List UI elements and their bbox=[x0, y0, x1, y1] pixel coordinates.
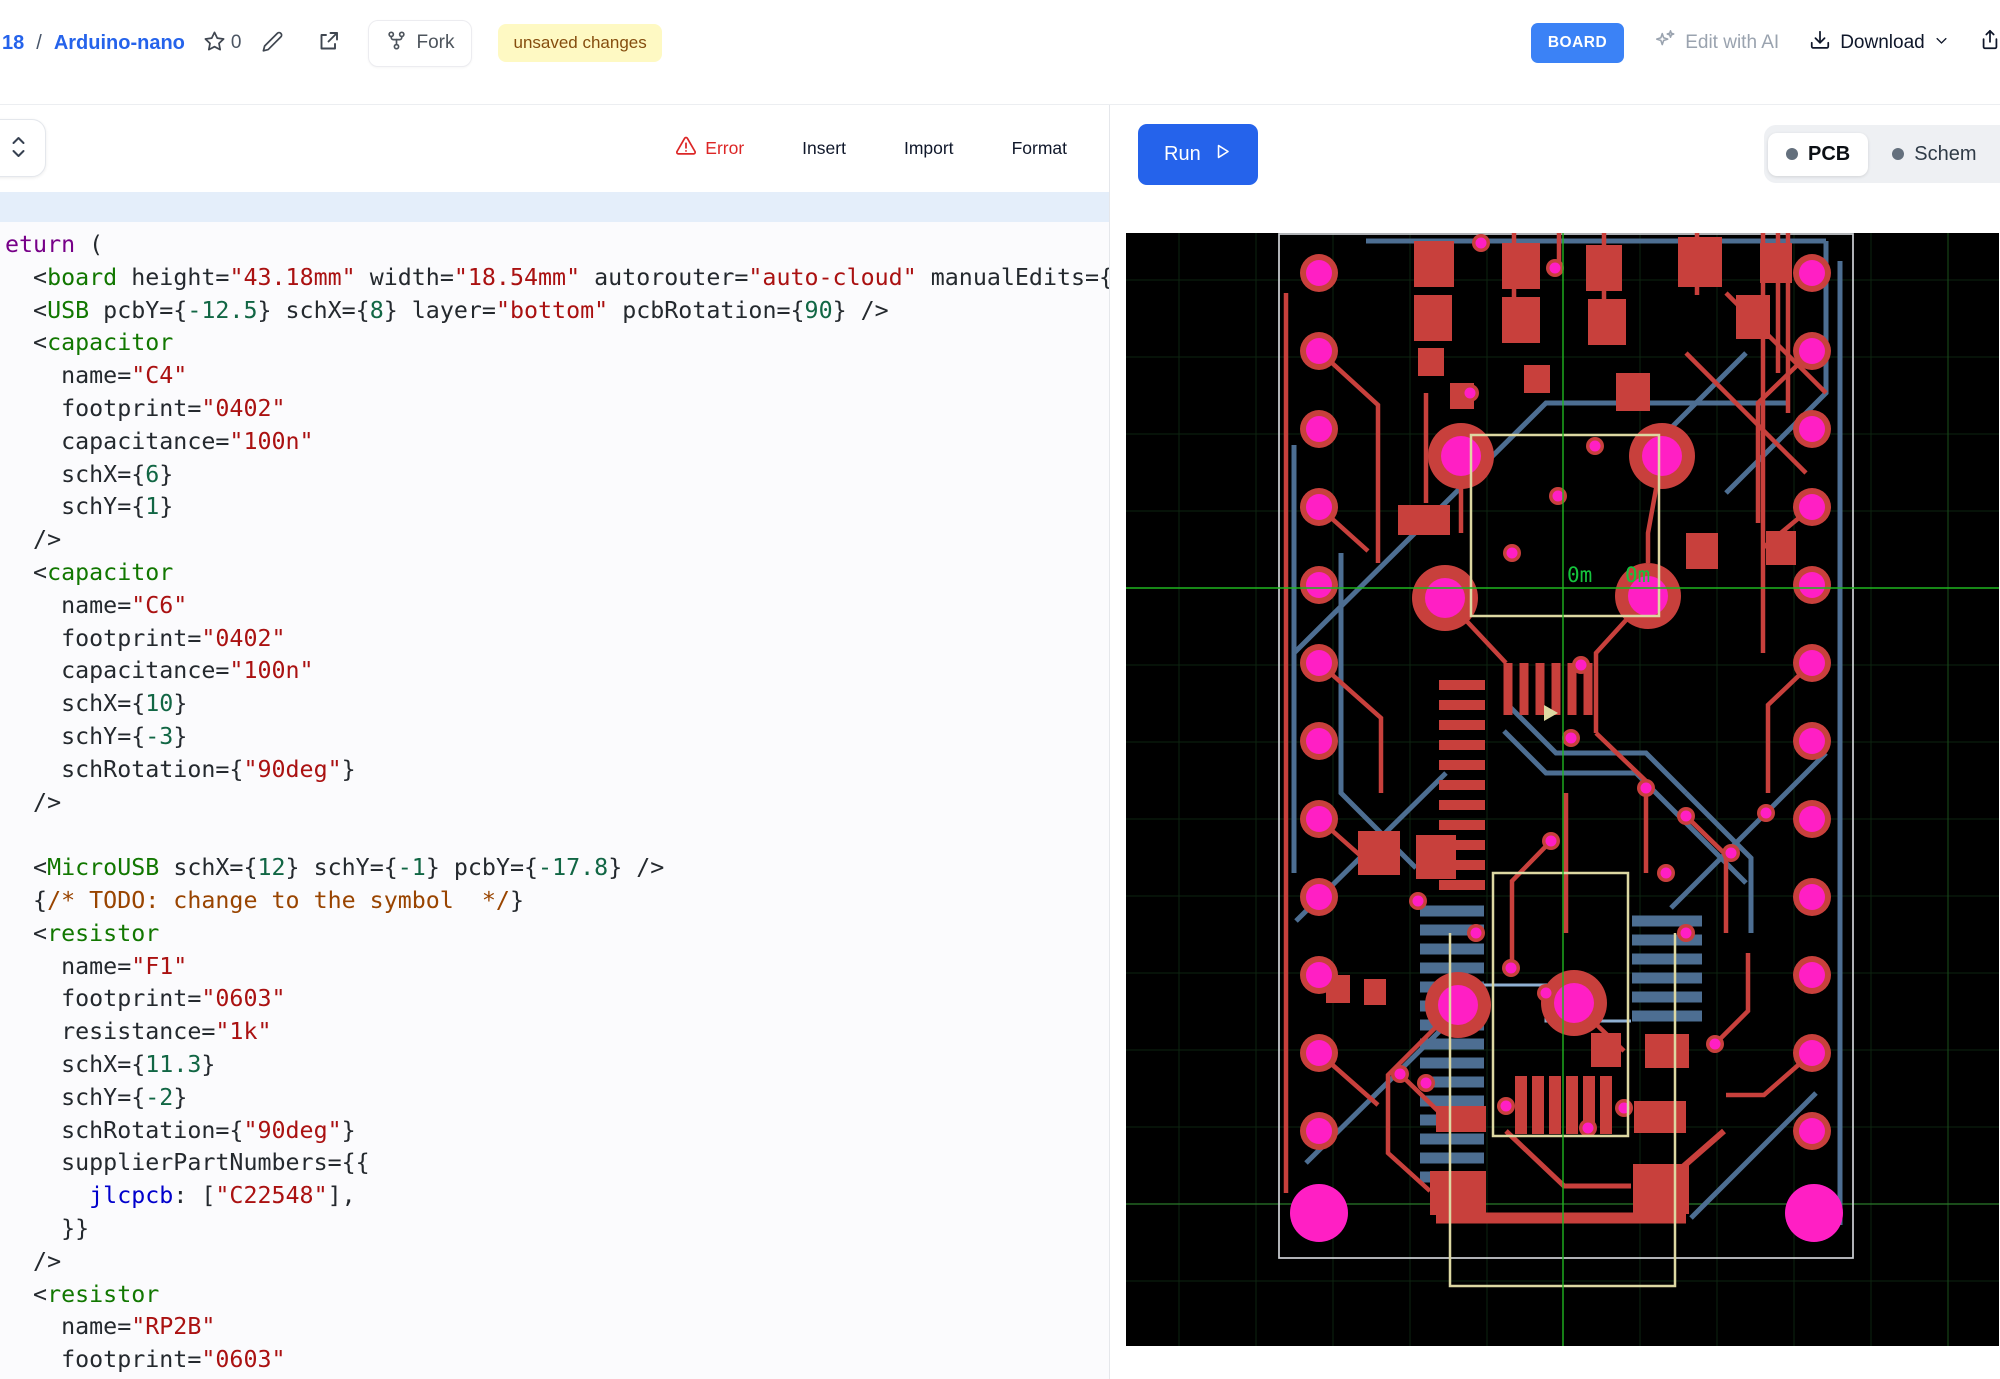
pcb-origin-label-x: 0m bbox=[1567, 563, 1592, 587]
code-line[interactable]: }} bbox=[5, 1213, 1109, 1246]
code-line[interactable]: jlcpcb: ["C22548"], bbox=[5, 1180, 1109, 1213]
share-upload-icon bbox=[1979, 29, 2000, 57]
star-icon bbox=[203, 30, 226, 56]
schematic-dot-icon bbox=[1892, 148, 1904, 160]
tab-pcb[interactable]: PCB bbox=[1768, 133, 1868, 176]
code-line[interactable]: <capacitor bbox=[5, 327, 1109, 360]
breadcrumb-owner-link[interactable]: 18 bbox=[2, 32, 24, 55]
run-label: Run bbox=[1164, 143, 1201, 166]
code-line[interactable]: {/* TODO: change to the symbol */} bbox=[5, 885, 1109, 918]
code-line[interactable]: <resistor bbox=[5, 1279, 1109, 1312]
play-icon bbox=[1213, 142, 1232, 167]
unsaved-changes-badge: unsaved changes bbox=[498, 24, 661, 62]
breadcrumb: 18 / Arduino-nano 0 Fork unsaved change bbox=[2, 20, 662, 67]
error-button[interactable]: Error bbox=[675, 135, 744, 162]
code-line[interactable]: <capacitor bbox=[5, 557, 1109, 590]
tab-pcb-label: PCB bbox=[1808, 143, 1850, 166]
warning-triangle-icon bbox=[675, 135, 697, 162]
code-line[interactable]: eturn ( bbox=[5, 229, 1109, 262]
code-line[interactable]: resistance="1k" bbox=[5, 1016, 1109, 1049]
code-line[interactable]: schX={10} bbox=[5, 688, 1109, 721]
open-link-button[interactable] bbox=[316, 30, 340, 57]
fork-label: Fork bbox=[416, 32, 454, 54]
format-button[interactable]: Format bbox=[1012, 138, 1067, 159]
tab-schematic-label: Schem bbox=[1914, 143, 1976, 166]
file-select-button[interactable] bbox=[0, 119, 46, 177]
pcb-origin-label-y: 0m bbox=[1625, 563, 1650, 587]
code-line[interactable] bbox=[5, 819, 1109, 852]
code-line[interactable]: capacitance="100n" bbox=[5, 655, 1109, 688]
pcb-view: 0m 0m bbox=[1126, 233, 1999, 1346]
import-button[interactable]: Import bbox=[904, 138, 954, 159]
code-line[interactable]: name="C4" bbox=[5, 360, 1109, 393]
download-button[interactable]: Download bbox=[1809, 29, 1949, 57]
code-line[interactable]: schY={-3} bbox=[5, 721, 1109, 754]
code-line[interactable]: footprint="0603" bbox=[5, 983, 1109, 1016]
preview-pane: Run PCB Schem bbox=[1110, 105, 2000, 1379]
code-line[interactable]: /> bbox=[5, 524, 1109, 557]
code-line[interactable]: <MicroUSB schX={12} schY={-1} pcbY={-17.… bbox=[5, 852, 1109, 885]
code-line[interactable]: schRotation={"90deg"} bbox=[5, 754, 1109, 787]
view-toggle: PCB Schem bbox=[1764, 125, 2000, 183]
pcb-canvas[interactable]: 0m 0m bbox=[1126, 233, 1999, 1346]
app-header: 18 / Arduino-nano 0 Fork unsaved change bbox=[0, 0, 2000, 105]
star-count: 0 bbox=[231, 32, 242, 54]
code-line[interactable]: capacitance="100n" bbox=[5, 426, 1109, 459]
code-line[interactable]: footprint="0402" bbox=[5, 393, 1109, 426]
edit-with-ai-button[interactable]: Edit with AI bbox=[1654, 29, 1779, 57]
header-actions: BOARD Edit with AI Download Co bbox=[1531, 23, 2000, 63]
external-link-icon bbox=[316, 30, 340, 57]
code-line[interactable]: schRotation={"90deg"} bbox=[5, 1115, 1109, 1148]
code-line[interactable]: schY={-2} bbox=[5, 1082, 1109, 1115]
fork-icon bbox=[386, 30, 407, 57]
edit-with-ai-label: Edit with AI bbox=[1685, 32, 1779, 54]
main-split: Error Insert Import Format eturn ( <boar… bbox=[0, 105, 2000, 1379]
breadcrumb-separator: / bbox=[34, 32, 44, 55]
code-line[interactable]: <resistor bbox=[5, 918, 1109, 951]
code-line[interactable]: /> bbox=[5, 1246, 1109, 1279]
code-line[interactable]: name="F1" bbox=[5, 951, 1109, 984]
code-line[interactable]: schY={1} bbox=[5, 491, 1109, 524]
star-button[interactable]: 0 bbox=[203, 30, 242, 56]
code-line[interactable]: name="C6" bbox=[5, 590, 1109, 623]
code-line[interactable]: footprint="0402" bbox=[5, 623, 1109, 656]
copy-button[interactable]: Co bbox=[1979, 29, 2000, 57]
code-line[interactable]: supplierPartNumbers={{ bbox=[5, 1147, 1109, 1180]
editor-top-highlight bbox=[0, 192, 1109, 222]
fork-button[interactable]: Fork bbox=[368, 20, 472, 67]
chevrons-up-down-icon bbox=[10, 133, 27, 164]
download-label: Download bbox=[1840, 32, 1925, 54]
run-button[interactable]: Run bbox=[1138, 124, 1258, 185]
chevron-down-icon bbox=[1934, 32, 1949, 54]
tab-schematic[interactable]: Schem bbox=[1874, 133, 1994, 176]
editor-pane: Error Insert Import Format eturn ( <boar… bbox=[0, 105, 1110, 1379]
code-editor[interactable]: eturn ( <board height="43.18mm" width="1… bbox=[0, 192, 1109, 1379]
code-line[interactable]: schX={11.3} bbox=[5, 1049, 1109, 1082]
rename-button[interactable] bbox=[261, 30, 284, 56]
preview-toolbar: Run PCB Schem bbox=[1110, 105, 2000, 233]
insert-button[interactable]: Insert bbox=[802, 138, 846, 159]
code-line[interactable]: name="RP2B" bbox=[5, 1311, 1109, 1344]
code-line[interactable]: footprint="0603" bbox=[5, 1344, 1109, 1377]
code-line[interactable]: schX={6} bbox=[5, 459, 1109, 492]
download-icon bbox=[1809, 29, 1831, 57]
code-line[interactable]: /> bbox=[5, 787, 1109, 820]
pencil-icon bbox=[261, 30, 284, 56]
pcb-dot-icon bbox=[1786, 148, 1798, 160]
error-label: Error bbox=[705, 138, 744, 159]
editor-toolbar: Error Insert Import Format bbox=[0, 105, 1109, 192]
board-button[interactable]: BOARD bbox=[1531, 23, 1624, 63]
breadcrumb-project-link[interactable]: Arduino-nano bbox=[54, 32, 185, 55]
code-line[interactable]: <board height="43.18mm" width="18.54mm" … bbox=[5, 262, 1109, 295]
code-lines[interactable]: eturn ( <board height="43.18mm" width="1… bbox=[0, 229, 1109, 1379]
code-line[interactable]: <USB pcbY={-12.5} schX={8} layer="bottom… bbox=[5, 295, 1109, 328]
sparkles-icon bbox=[1654, 29, 1676, 57]
